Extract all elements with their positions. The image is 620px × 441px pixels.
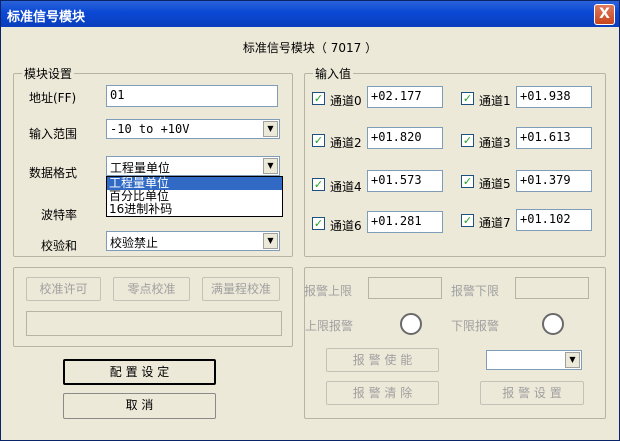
checkmark-icon: ✓ [313, 217, 324, 230]
channel-4-label: 通道4 [330, 180, 362, 194]
channel-3-checkbox[interactable]: ✓ [461, 134, 474, 147]
checksum-select[interactable]: 校验禁止 ▼ [106, 231, 280, 251]
module-settings-legend: 模块设置 [24, 67, 73, 81]
lower-alarm-indicator-icon [542, 313, 564, 335]
close-icon: X [599, 6, 610, 22]
channel-4-checkbox[interactable]: ✓ [312, 178, 325, 191]
module-header: 标准信号模块（ 7017 ） [242, 41, 378, 55]
full-scale-calibrate-button[interactable]: 满量程校准 [202, 277, 280, 301]
lower-limit-label: 报警下限 [451, 284, 500, 298]
config-button[interactable]: 配 置 设 定 [63, 359, 216, 385]
channel-0-checkbox[interactable]: ✓ [312, 92, 325, 105]
alarm-channel-select[interactable]: ▼ [486, 350, 582, 370]
checkmark-icon: ✓ [313, 92, 324, 105]
channel-5-value[interactable]: +01.379 [516, 170, 592, 192]
lower-alarm-label: 下限报警 [451, 319, 500, 333]
data-format-value: 工程量单位 [110, 161, 171, 175]
channel-6-value[interactable]: +01.281 [367, 211, 443, 233]
channel-1-checkbox[interactable]: ✓ [461, 92, 474, 105]
channel-5-checkbox[interactable]: ✓ [461, 175, 474, 188]
dialog-window: 标准信号模块 X 标准信号模块（ 7017 ） 模块设置 地址(FF) 01 输… [0, 0, 620, 441]
channel-7-checkbox[interactable]: ✓ [461, 214, 474, 227]
channel-6-checkbox[interactable]: ✓ [312, 217, 325, 230]
calibration-status-field [26, 311, 282, 336]
data-format-label: 数据格式 [29, 166, 78, 180]
channel-1-label: 通道1 [479, 94, 511, 108]
channel-2-value[interactable]: +01.820 [367, 127, 443, 149]
input-range-select[interactable]: -10 to +10V ▼ [106, 119, 280, 139]
baud-rate-label: 波特率 [41, 208, 78, 222]
checkmark-icon: ✓ [462, 214, 473, 227]
upper-limit-label: 报警上限 [304, 284, 353, 298]
channel-0-label: 通道0 [330, 94, 362, 108]
channel-0-value[interactable]: +02.177 [367, 86, 443, 108]
upper-limit-input[interactable] [368, 277, 442, 299]
upper-alarm-label: 上限报警 [305, 319, 354, 333]
cancel-button[interactable]: 取 消 [63, 393, 216, 419]
input-values-legend: 输入值 [315, 67, 352, 81]
channel-2-label: 通道2 [330, 136, 362, 150]
input-range-label: 输入范围 [29, 127, 78, 141]
channel-1-value[interactable]: +01.938 [516, 86, 592, 108]
channel-7-label: 通道7 [479, 216, 511, 230]
checkmark-icon: ✓ [462, 134, 473, 147]
channel-7-value[interactable]: +01.102 [516, 209, 592, 231]
data-format-select[interactable]: 工程量单位 ▼ [106, 156, 280, 176]
window-title: 标准信号模块 [7, 10, 86, 25]
calibrate-allow-button[interactable]: 校准许可 [26, 277, 101, 301]
channel-6-label: 通道6 [330, 219, 362, 233]
channel-5-label: 通道5 [479, 177, 511, 191]
channel-2-checkbox[interactable]: ✓ [312, 134, 325, 147]
close-button[interactable]: X [594, 4, 615, 25]
dropdown-option[interactable]: 16进制补码 [107, 203, 282, 216]
channel-3-value[interactable]: +01.613 [516, 127, 592, 149]
checkmark-icon: ✓ [313, 134, 324, 147]
checksum-label: 校验和 [41, 239, 78, 253]
title-bar[interactable]: 标准信号模块 X [1, 1, 619, 27]
chevron-down-icon[interactable]: ▼ [263, 233, 278, 249]
upper-alarm-indicator-icon [400, 313, 422, 335]
checkmark-icon: ✓ [462, 175, 473, 188]
channel-4-value[interactable]: +01.573 [367, 170, 443, 192]
lower-limit-input[interactable] [515, 277, 589, 299]
input-range-value: -10 to +10V [110, 122, 190, 136]
address-label: 地址(FF) [29, 91, 77, 105]
alarm-enable-button[interactable]: 报 警 使 能 [326, 348, 439, 372]
checksum-value: 校验禁止 [110, 236, 159, 250]
channel-3-label: 通道3 [479, 136, 511, 150]
chevron-down-icon[interactable]: ▼ [565, 352, 580, 368]
data-format-dropdown: 工程量单位 百分比单位 16进制补码 [106, 176, 283, 217]
alarm-clear-button[interactable]: 报 警 清 除 [326, 381, 439, 405]
chevron-down-icon[interactable]: ▼ [263, 121, 278, 137]
checkmark-icon: ✓ [313, 178, 324, 191]
alarm-settings-button[interactable]: 报 警 设 置 [480, 381, 584, 405]
checkmark-icon: ✓ [462, 92, 473, 105]
address-input[interactable]: 01 [106, 85, 278, 107]
chevron-down-icon[interactable]: ▼ [263, 158, 278, 174]
zero-calibrate-button[interactable]: 零点校准 [113, 277, 190, 301]
